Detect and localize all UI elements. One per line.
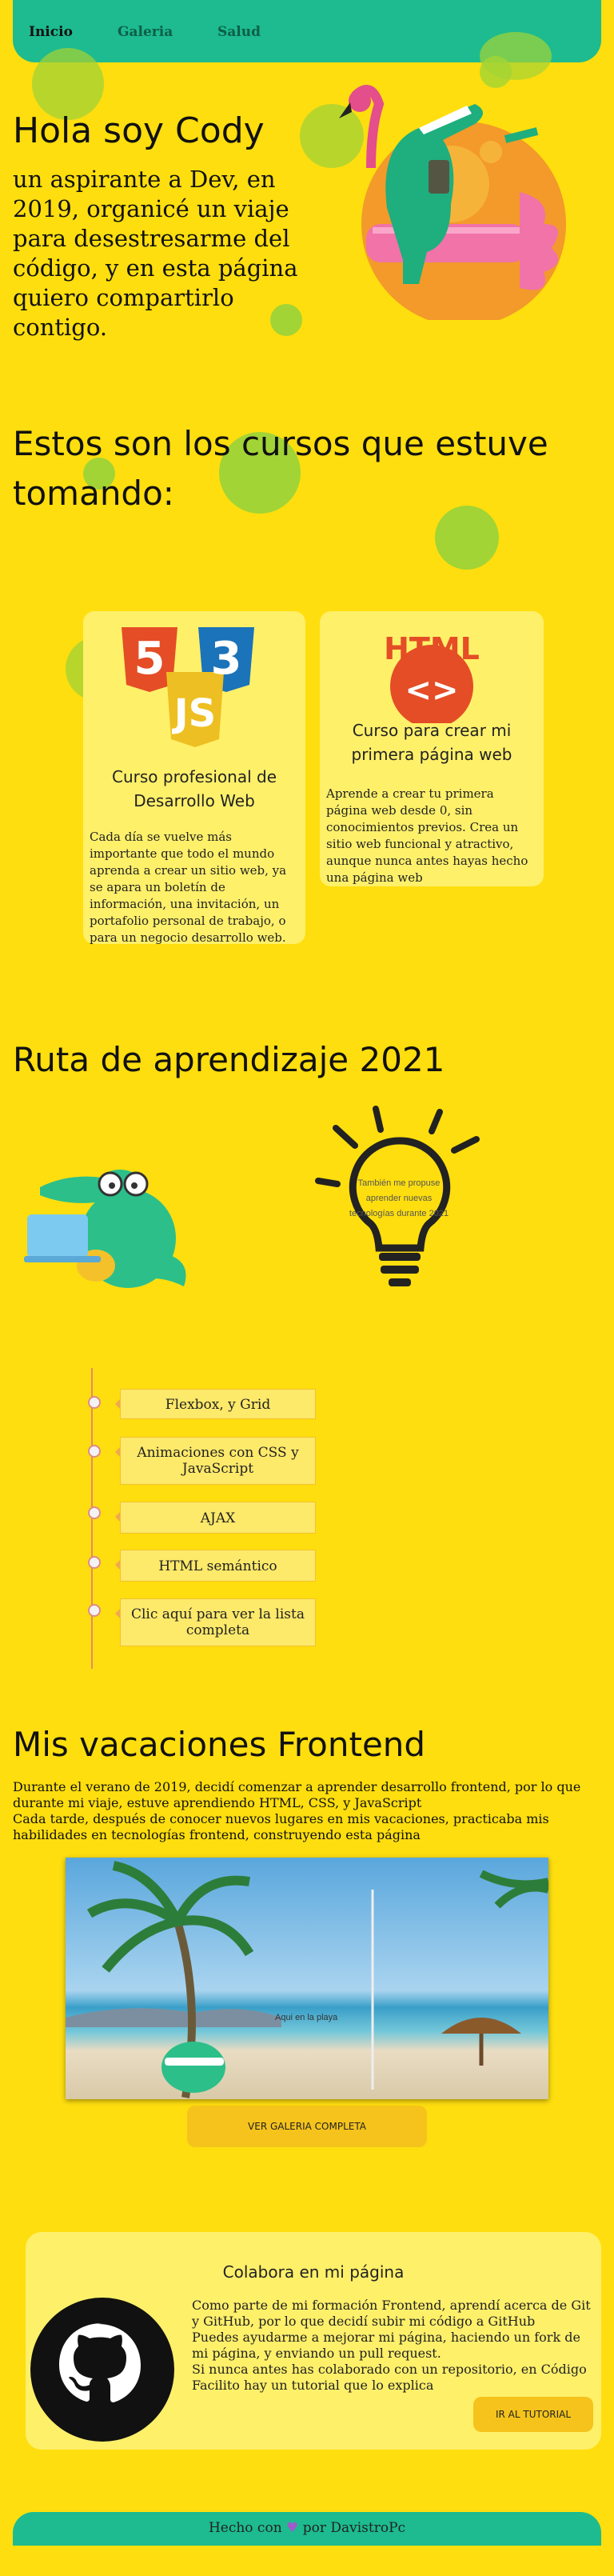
course-card-desarrollo-web: 5 3 JS Curso profesional de Desarrollo W…: [83, 611, 305, 945]
github-icon: [30, 2298, 174, 2442]
footer-suffix: por DavistroPc: [302, 2520, 406, 2536]
html-code-glyph: <>: [405, 672, 458, 709]
colabora-text: Si nunca antes has colaborado con un rep…: [192, 2362, 587, 2393]
course-title: Curso para crear mi primera página web: [351, 721, 512, 764]
timeline-dot: [88, 1604, 101, 1617]
js-badge: JS: [172, 691, 216, 736]
html-logo: HTML <>: [384, 631, 480, 723]
courses-heading: Estos son los cursos que estuve tomando:: [13, 424, 548, 513]
vacaciones-paragraph: Cada tarde, después de conocer nuevos lu…: [13, 1811, 549, 1842]
crocodile-laptop-illustration: [24, 1170, 186, 1288]
crocodile-flamingo-illustration: [339, 85, 566, 320]
tutorial-button[interactable]: IR AL TUTORIAL: [473, 2397, 593, 2432]
colabora-text: Puedes ayudarme a mejorar mi página, hac…: [192, 2330, 580, 2361]
course-description: Cada día se vuelve más importante que to…: [90, 830, 287, 945]
timeline-dot: [88, 1396, 101, 1409]
vacaciones-paragraph: Durante el verano de 2019, decidí comenz…: [13, 1779, 581, 1810]
footer: Hecho con ♥ por DavistroPc: [13, 2512, 601, 2546]
timeline-item: Animaciones con CSS y JavaScript: [115, 1437, 316, 1485]
hero-intro: un aspirante a Dev, en 2019, organicé un…: [13, 166, 298, 341]
course-card-primera-pagina: HTML <> Curso para crear mi primera pági…: [320, 611, 544, 886]
vacaciones-heading: Mis vacaciones Frontend: [13, 1725, 426, 1764]
timeline-link-lista-completa[interactable]: Clic aquí para ver la lista completa: [115, 1598, 316, 1646]
nav-link-galeria[interactable]: Galeria: [118, 24, 173, 40]
colabora-card: Colabora en mi página Como parte de mi f…: [26, 2232, 601, 2450]
timeline-item: AJAX: [115, 1502, 316, 1534]
footer-prefix: Hecho con: [208, 2520, 282, 2536]
course-description: Aprende a crear tu primera página web de…: [326, 786, 528, 885]
beach-scene: [66, 1861, 548, 2098]
decor-bubble: [32, 48, 104, 120]
course-title: Curso profesional de Desarrollo Web: [112, 767, 277, 810]
colabora-text: Como parte de mi formación Frontend, apr…: [192, 2298, 591, 2329]
beach-photo-caption: Aqui en la playa: [275, 2013, 338, 2022]
lightbulb-caption: También me propuse aprender nuevas tecno…: [349, 1178, 449, 1218]
timeline-item: Flexbox, y Grid: [115, 1389, 316, 1419]
timeline-dot: [88, 1506, 101, 1519]
timeline-dot: [88, 1556, 101, 1569]
timeline-dot: [88, 1445, 101, 1458]
gallery-button[interactable]: VER GALERIA COMPLETA: [187, 2106, 427, 2147]
timeline-item: HTML semántico: [115, 1550, 316, 1582]
css3-badge: 3: [211, 633, 242, 685]
heart-icon: ♥: [286, 2520, 299, 2536]
html5-badge: 5: [134, 633, 165, 685]
ruta-heading: Ruta de aprendizaje 2021: [13, 1040, 445, 1079]
nav-link-inicio[interactable]: Inicio: [29, 24, 73, 40]
html-css-js-logos: 5 3 JS: [122, 627, 254, 747]
beach-photo: Aqui en la playa: [66, 1858, 548, 2099]
nav-link-salud[interactable]: Salud: [217, 24, 261, 40]
colabora-heading: Colabora en mi página: [222, 2262, 405, 2282]
hero-title: Hola soy Cody: [13, 110, 265, 151]
